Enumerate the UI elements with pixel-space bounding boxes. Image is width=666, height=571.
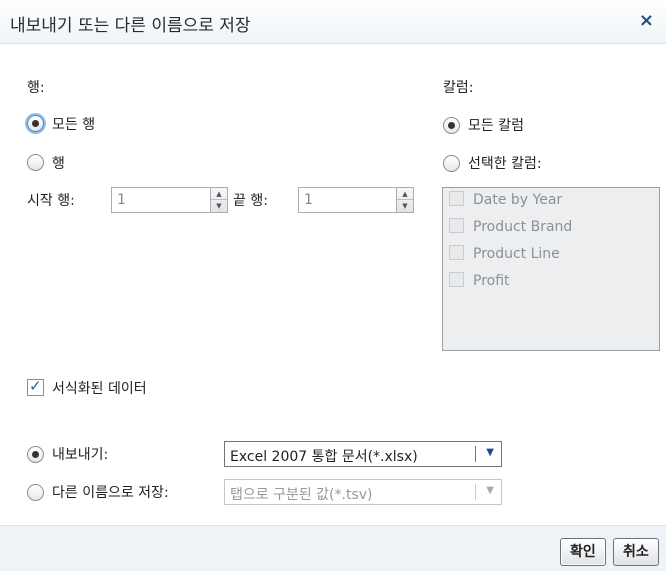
dialog-footer: 확인 취소 (0, 525, 666, 571)
end-row-label: 끝 행: (233, 193, 268, 209)
formatted-data-checkbox[interactable]: ✓ (27, 377, 44, 396)
row-range-label[interactable]: 행 (52, 153, 65, 173)
export-label[interactable]: 내보내기: (52, 444, 108, 464)
spin-down-icon[interactable]: ▼ (211, 200, 227, 212)
save-as-format-select[interactable]: 탭으로 구분된 값(*.tsv) ▼ (224, 479, 502, 505)
column-item: Product Line (449, 245, 560, 265)
column-item: Date by Year (449, 191, 562, 211)
chevron-down-icon[interactable]: ▼ (486, 447, 494, 458)
spin-down-icon[interactable]: ▼ (397, 200, 413, 212)
all-columns-radio[interactable] (443, 117, 460, 134)
selected-columns-radio[interactable] (443, 155, 460, 172)
column-item-label: Profit (473, 273, 510, 289)
formatted-data-label[interactable]: 서식화된 데이터 (52, 378, 147, 398)
export-format-select[interactable]: Excel 2007 통합 문서(*.xlsx) ▼ (224, 441, 502, 467)
column-item: Profit (449, 272, 510, 292)
cancel-button[interactable]: 취소 (613, 538, 659, 566)
column-item-label: Date by Year (473, 192, 563, 208)
selected-columns-label[interactable]: 선택한 칼럼: (468, 153, 542, 173)
all-rows-radio[interactable] (27, 115, 44, 132)
start-row-spin-buttons[interactable]: ▲ ▼ (210, 188, 227, 212)
rows-heading: 행: (27, 80, 45, 96)
ok-button[interactable]: 확인 (560, 538, 606, 566)
close-icon[interactable]: × (639, 10, 654, 31)
save-as-label[interactable]: 다른 이름으로 저장: (52, 482, 169, 502)
column-list: Date by Year Product Brand Product Line … (442, 187, 660, 351)
column-checkbox (449, 218, 464, 233)
spin-up-icon[interactable]: ▲ (397, 188, 413, 200)
end-row-spin-buttons[interactable]: ▲ ▼ (396, 188, 413, 212)
column-item-label: Product Brand (473, 219, 573, 235)
chevron-down-icon[interactable]: ▼ (486, 485, 494, 496)
start-row-label: 시작 행: (27, 193, 75, 209)
row-range-radio[interactable] (27, 154, 44, 171)
export-format-value[interactable]: Excel 2007 통합 문서(*.xlsx) (230, 446, 418, 466)
all-rows-label[interactable]: 모든 행 (52, 114, 95, 134)
select-divider (475, 484, 476, 500)
save-as-format-value[interactable]: 탭으로 구분된 값(*.tsv) (230, 484, 373, 504)
column-checkbox (449, 245, 464, 260)
export-radio[interactable] (27, 446, 44, 463)
column-item-label: Product Line (473, 246, 560, 262)
start-row-stepper[interactable]: 1 ▲ ▼ (111, 187, 228, 213)
columns-heading: 칼럼: (443, 80, 474, 96)
save-as-radio[interactable] (27, 484, 44, 501)
end-row-stepper[interactable]: 1 ▲ ▼ (298, 187, 414, 213)
select-divider (475, 446, 476, 462)
all-columns-label[interactable]: 모든 칼럼 (468, 115, 524, 135)
column-checkbox (449, 191, 464, 206)
dialog-titlebar: 내보내기 또는 다른 이름으로 저장 × (0, 0, 666, 44)
dialog-title: 내보내기 또는 다른 이름으로 저장 (10, 16, 251, 36)
column-checkbox (449, 272, 464, 287)
checkmark-icon: ✓ (29, 377, 42, 395)
end-row-value[interactable]: 1 (304, 192, 313, 208)
spin-up-icon[interactable]: ▲ (211, 188, 227, 200)
column-item: Product Brand (449, 218, 572, 238)
start-row-value[interactable]: 1 (117, 192, 126, 208)
